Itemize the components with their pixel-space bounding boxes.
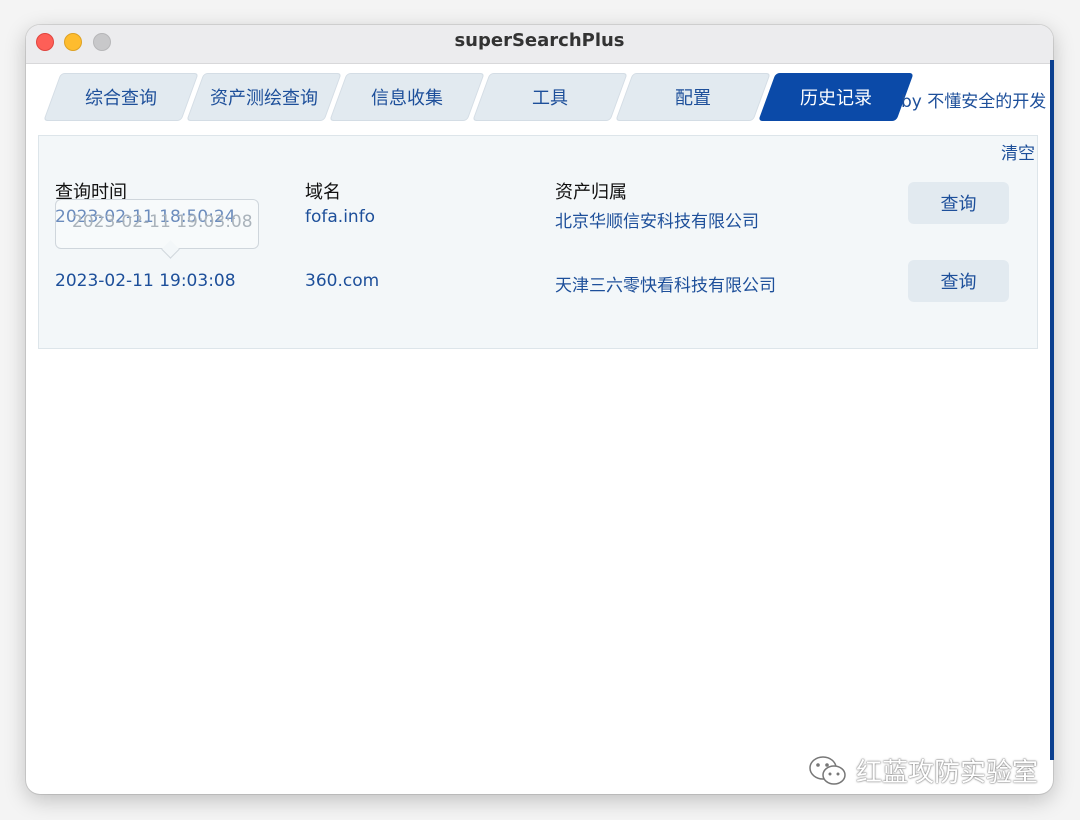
- watermark: 红蓝攻防实验室: [808, 752, 1038, 789]
- tooltip-text: 2023-02-11 19:03:08: [72, 212, 253, 232]
- watermark-text: 红蓝攻防实验室: [856, 758, 1039, 788]
- history-row-2-domain: 360.com: [305, 271, 380, 291]
- wechat-icon: [809, 755, 846, 785]
- tab-label: 信息收集: [371, 88, 443, 109]
- tab-label: 工具: [532, 88, 568, 109]
- tab-history[interactable]: 历史记录: [758, 73, 914, 121]
- tab-comprehensive-query[interactable]: 综合查询: [43, 73, 199, 121]
- history-row-1-domain: fofa.info: [305, 207, 376, 227]
- tab-label: 历史记录: [800, 88, 872, 109]
- tab-label: 资产测绘查询: [210, 88, 318, 109]
- clear-history-button[interactable]: 清空: [1001, 139, 1035, 164]
- tab-info-gathering[interactable]: 信息收集: [329, 73, 485, 121]
- title-bar: superSearchPlus: [26, 25, 1053, 64]
- history-row-1-query-button[interactable]: 查询: [908, 182, 1009, 224]
- history-row-2-time: 2023-02-11 19:03:08: [55, 271, 236, 291]
- history-panel: 清空 查询时间 域名 资产归属 2023-02-11 18:50:24 fofa…: [38, 135, 1038, 349]
- history-row-2-owner: 天津三六零快看科技有限公司: [555, 276, 776, 296]
- tab-label: 综合查询: [85, 88, 157, 109]
- window-title: superSearchPlus: [454, 30, 625, 51]
- app-window: superSearchPlus 综合查询 资产测绘查询 信息收集 工具 配置 历…: [26, 25, 1053, 794]
- tab-asset-mapping-query[interactable]: 资产测绘查询: [186, 73, 342, 121]
- tab-config[interactable]: 配置: [615, 73, 771, 121]
- history-row-2-query-button[interactable]: 查询: [908, 260, 1009, 302]
- background-window-edge: [1050, 60, 1054, 760]
- time-tooltip: 2023-02-11 19:03:08: [55, 199, 259, 259]
- tab-tools[interactable]: 工具: [472, 73, 628, 121]
- column-header-asset-owner: 资产归属: [555, 182, 627, 203]
- tooltip-arrow: [161, 240, 180, 259]
- author-byline: by 不懂安全的开发: [901, 92, 1047, 112]
- tab-label: 配置: [675, 88, 711, 109]
- tab-bar: 综合查询 资产测绘查询 信息收集 工具 配置 历史记录 by 不懂安全的开发: [42, 73, 1053, 123]
- history-row-1-owner: 北京华顺信安科技有限公司: [555, 212, 759, 232]
- column-header-domain: 域名: [305, 182, 341, 203]
